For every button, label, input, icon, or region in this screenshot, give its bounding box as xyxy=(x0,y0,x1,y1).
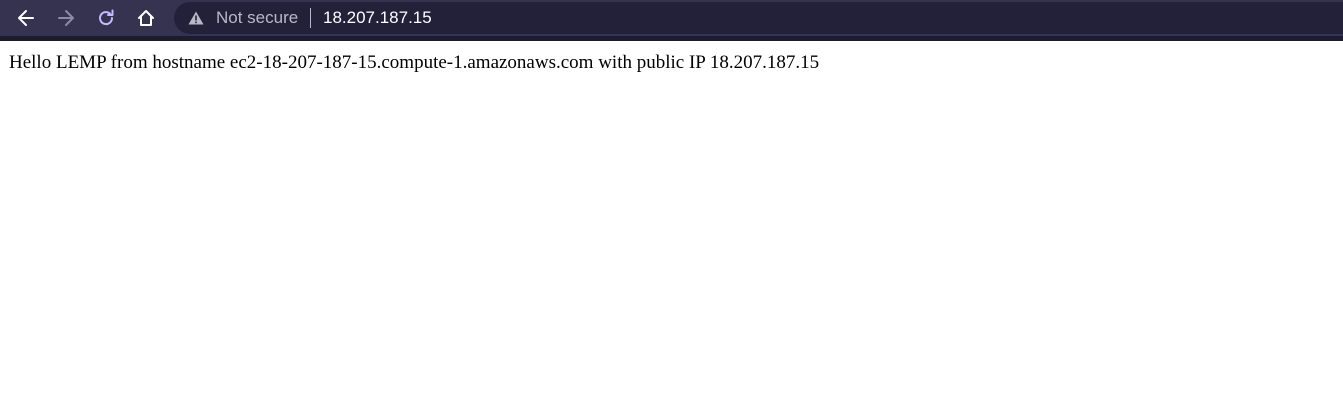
address-separator xyxy=(310,8,311,28)
reload-icon xyxy=(99,9,114,26)
reload-button[interactable] xyxy=(92,4,120,32)
security-status-label[interactable]: Not secure xyxy=(216,8,298,28)
toolbar-border xyxy=(0,36,1343,41)
warning-icon xyxy=(188,11,204,25)
forward-icon xyxy=(58,10,74,26)
back-icon xyxy=(18,10,34,26)
page-body-text: Hello LEMP from hostname ec2-18-207-187-… xyxy=(9,52,820,73)
address-bar[interactable]: Not secure 18.207.187.15 xyxy=(174,2,1343,34)
home-icon xyxy=(138,10,154,26)
home-button[interactable] xyxy=(132,4,160,32)
forward-button[interactable] xyxy=(52,4,80,32)
url-text[interactable]: 18.207.187.15 xyxy=(323,8,432,28)
browser-toolbar: Not secure 18.207.187.15 xyxy=(0,0,1343,36)
back-button[interactable] xyxy=(12,4,40,32)
